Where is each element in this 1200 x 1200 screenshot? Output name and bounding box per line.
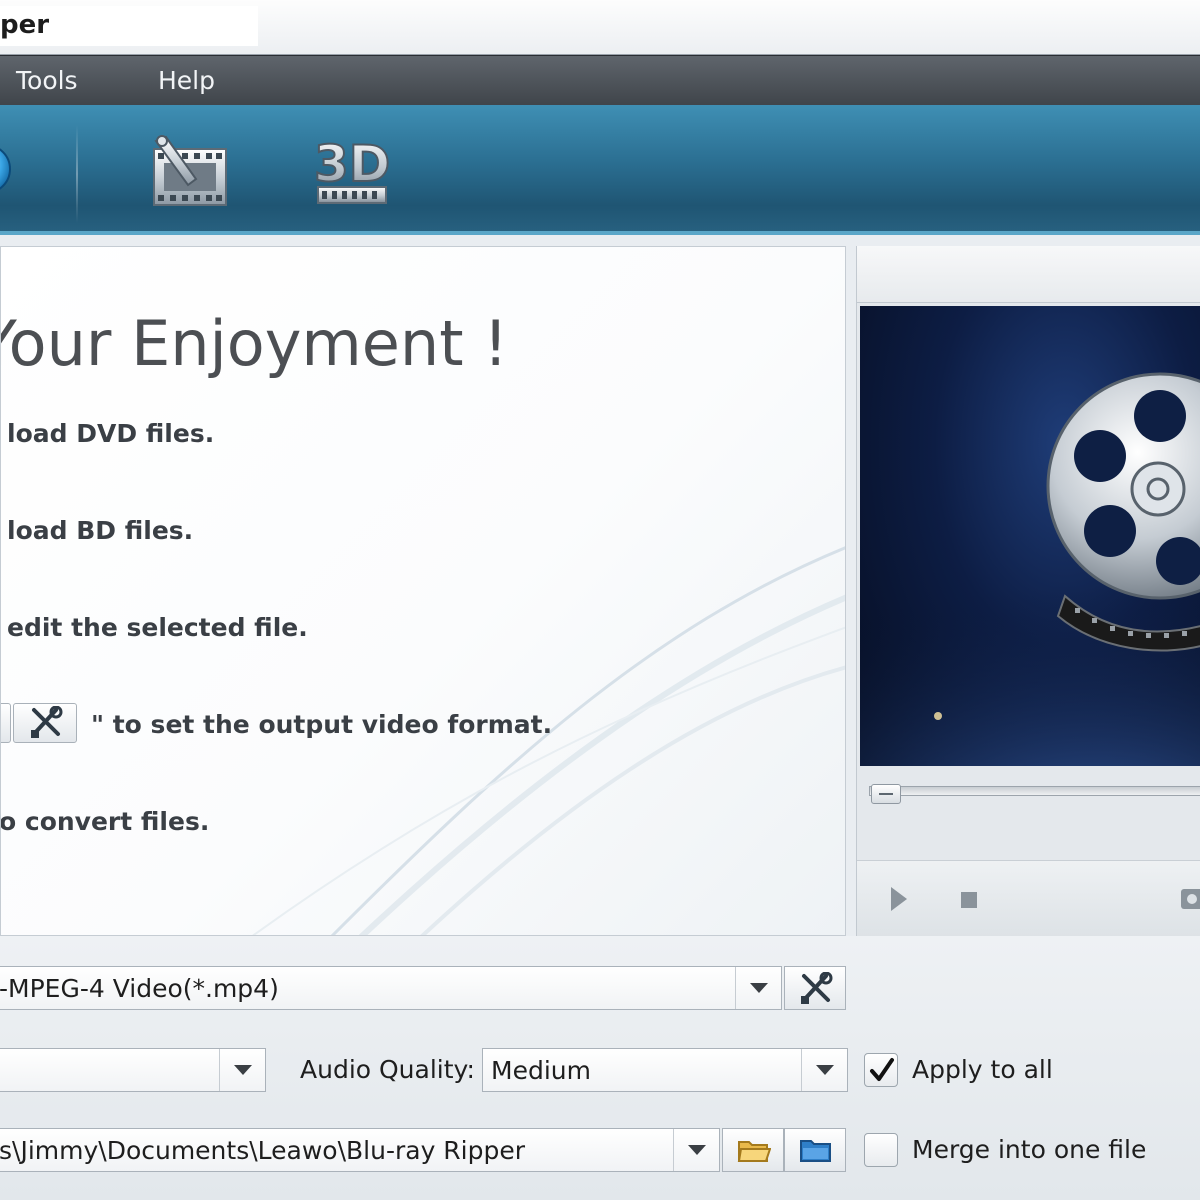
welcome-title: Your Enjoyment !: [0, 307, 509, 380]
film-reel-image: [860, 372, 1200, 766]
profile-button-sample: [1, 703, 11, 743]
wrench-screwdriver-icon: [31, 706, 63, 738]
settings-button-sample: [13, 703, 77, 743]
wrench-screwdriver-icon: [801, 972, 833, 1004]
audio-quality-value: Medium: [491, 1056, 591, 1085]
instruction-edit: edit the selected file.: [7, 613, 308, 642]
3d-video-icon[interactable]: 3D: [312, 133, 392, 211]
3d-label: 3D: [314, 135, 390, 193]
audio-quality-select[interactable]: Medium: [482, 1048, 848, 1092]
instruction-convert: o convert files.: [0, 807, 210, 836]
window-title: per: [0, 10, 50, 40]
menu-tools[interactable]: Tools: [16, 66, 78, 95]
play-icon[interactable]: [891, 887, 907, 911]
instruction-load-bd: load BD files.: [7, 516, 194, 545]
profile-dropdown-arrow[interactable]: [735, 967, 782, 1009]
menu-help[interactable]: Help: [158, 66, 215, 95]
blue-folder-icon: [800, 1140, 831, 1162]
apply-to-all-label[interactable]: Apply to all: [912, 1055, 1053, 1084]
merge-into-one-file-checkbox[interactable]: [864, 1133, 898, 1167]
audio-quality-label: Audio Quality:: [300, 1055, 475, 1084]
output-path-value: s\Jimmy\Documents\Leawo\Blu-ray Ripper: [0, 1136, 526, 1165]
menu-bar: Tools Help: [0, 55, 1200, 106]
camera-icon[interactable]: [1181, 889, 1200, 909]
instruction-load-dvd: load DVD files.: [7, 419, 215, 448]
merge-into-one-file-label[interactable]: Merge into one file: [912, 1135, 1146, 1164]
playback-controls: [857, 860, 1200, 937]
video-quality-select[interactable]: [0, 1048, 266, 1092]
camera-lens: [1187, 894, 1197, 904]
output-path-dropdown-arrow[interactable]: [673, 1129, 720, 1171]
preview-header: [857, 246, 1200, 303]
seek-track[interactable]: [869, 786, 1200, 796]
audio-quality-dropdown-arrow[interactable]: [801, 1049, 848, 1091]
add-bluray-icon[interactable]: [0, 143, 12, 195]
open-output-folder-button[interactable]: [784, 1128, 846, 1172]
video-quality-dropdown-arrow[interactable]: [219, 1049, 266, 1091]
preview-screen: [860, 306, 1200, 766]
profile-value: -MPEG-4 Video(*.mp4): [0, 974, 279, 1003]
welcome-panel: Your Enjoyment ! load DVD files. load BD…: [0, 246, 846, 936]
checkmark-icon: [870, 1058, 894, 1081]
apply-to-all-checkbox[interactable]: [864, 1053, 898, 1087]
preview-panel: [856, 246, 1200, 937]
profile-select[interactable]: -MPEG-4 Video(*.mp4): [0, 966, 782, 1010]
seek-handle[interactable]: [871, 784, 901, 804]
edit-video-icon[interactable]: [150, 135, 230, 211]
profile-settings-button[interactable]: [784, 966, 846, 1010]
title-bar: per: [0, 0, 1200, 55]
stop-icon[interactable]: [961, 892, 977, 908]
seek-handle-grip: [879, 793, 893, 795]
output-path-field[interactable]: s\Jimmy\Documents\Leawo\Blu-ray Ripper: [0, 1128, 720, 1172]
instruction-format: " to set the output video format.: [91, 710, 553, 739]
open-folder-icon: [737, 1141, 771, 1162]
toolbar: 3D: [0, 105, 1200, 235]
browse-folder-button[interactable]: [722, 1128, 784, 1172]
toolbar-separator: [76, 125, 78, 223]
